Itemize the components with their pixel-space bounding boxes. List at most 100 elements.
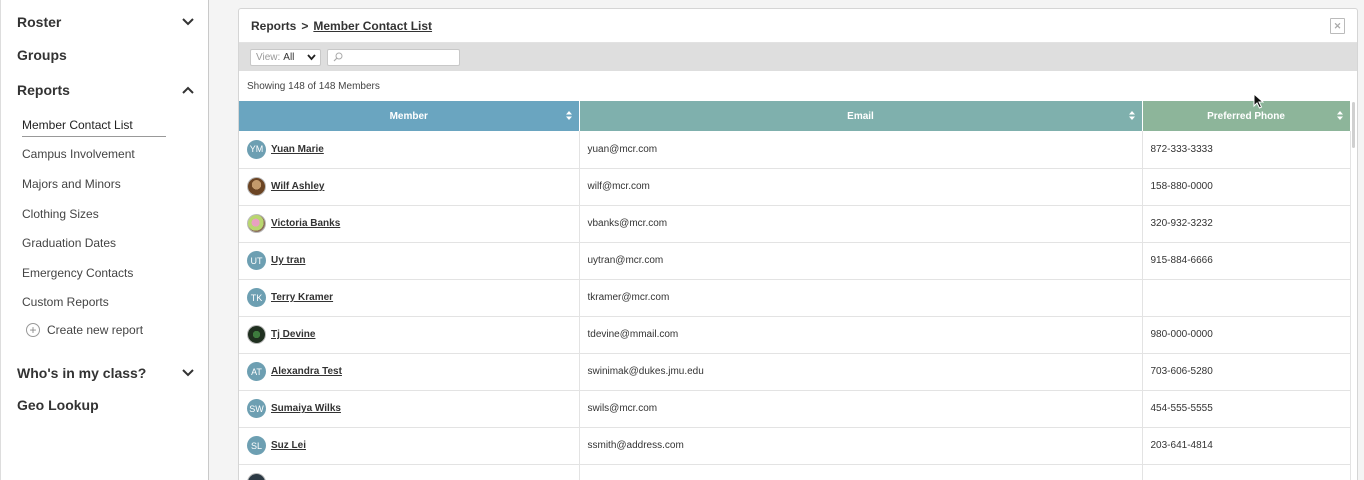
search-input[interactable]	[346, 51, 456, 63]
sidebar-section-groups[interactable]: Groups	[17, 47, 195, 63]
sidebar-section-label: Who's in my class?	[17, 365, 147, 381]
table-row	[239, 464, 1351, 480]
chevron-down-icon	[181, 15, 195, 29]
sidebar-item-graduation-dates[interactable]: Graduation Dates	[22, 236, 116, 250]
plus-circle-icon: +	[26, 323, 40, 337]
member-name-link[interactable]: Tj Devine	[271, 329, 315, 340]
member-name-link[interactable]: Wilf Ashley	[271, 181, 324, 192]
member-name-link[interactable]: Suz Lei	[271, 440, 306, 451]
sidebar-section-label: Groups	[17, 47, 67, 63]
member-name-link[interactable]: Alexandra Test	[271, 366, 342, 377]
avatar-photo	[247, 473, 266, 480]
member-table: Member Email Preferred Phone YM Yuan Mari	[239, 101, 1351, 480]
member-name-link[interactable]: Yuan Marie	[271, 144, 324, 155]
sidebar-section-label: Reports	[17, 82, 70, 98]
member-name-link[interactable]: Victoria Banks	[271, 218, 340, 229]
sidebar-section-label: Geo Lookup	[17, 397, 99, 413]
email-cell: yuan@mcr.com	[579, 131, 1143, 169]
member-cell: SW Sumaiya Wilks	[239, 390, 580, 428]
member-name-link[interactable]: Terry Kramer	[271, 292, 333, 303]
member-cell: AT Alexandra Test	[239, 353, 580, 391]
column-header-preferred-phone[interactable]: Preferred Phone	[1142, 101, 1351, 131]
table-row: YM Yuan Marie yuan@mcr.com 872-333-3333	[239, 131, 1351, 169]
member-cell: Tj Devine	[239, 316, 580, 354]
member-name-link[interactable]: Sumaiya Wilks	[271, 403, 341, 414]
email-cell: vbanks@mcr.com	[579, 205, 1143, 243]
member-cell: Wilf Ashley	[239, 168, 580, 206]
breadcrumb-separator: >	[301, 18, 309, 33]
member-cell: UT Uy tran	[239, 242, 580, 280]
table-row: UT Uy tran uytran@mcr.com 915-884-6666	[239, 242, 1351, 280]
member-name-link[interactable]: Uy tran	[271, 255, 305, 266]
table-row: SW Sumaiya Wilks swils@mcr.com 454-555-55…	[239, 390, 1351, 428]
sidebar-section-whos-in-my-class[interactable]: Who's in my class?	[17, 365, 195, 381]
member-cell: YM Yuan Marie	[239, 131, 580, 169]
active-item-underline	[22, 136, 166, 137]
email-cell: swinimak@dukes.jmu.edu	[579, 353, 1143, 391]
phone-cell: 203-641-4814	[1142, 427, 1351, 465]
phone-cell: 980-000-0000	[1142, 316, 1351, 354]
mouse-cursor-icon	[1253, 93, 1264, 109]
table-header-row: Member Email Preferred Phone	[239, 101, 1351, 131]
create-new-report-button[interactable]: + Create new report	[26, 323, 143, 337]
avatar: YM	[247, 139, 266, 159]
table-row: SL Suz Lei ssmith@address.com 203-641-481…	[239, 427, 1351, 465]
table-row: Tj Devine tdevine@mmail.com 980-000-0000	[239, 316, 1351, 354]
email-cell: uytran@mcr.com	[579, 242, 1143, 280]
sidebar-item-custom-reports[interactable]: Custom Reports	[22, 295, 109, 309]
email-cell: tdevine@mmail.com	[579, 316, 1143, 354]
create-report-label: Create new report	[47, 323, 144, 337]
avatar: SL	[247, 436, 266, 455]
view-select[interactable]: View: All	[250, 48, 321, 66]
member-cell: TK Terry Kramer	[239, 279, 580, 317]
sidebar-item-campus-involvement[interactable]: Campus Involvement	[22, 147, 135, 161]
sidebar-section-geo-lookup[interactable]: Geo Lookup	[17, 397, 195, 413]
filter-bar: View: All	[239, 43, 1357, 71]
sidebar-item-clothing-sizes[interactable]: Clothing Sizes	[22, 207, 99, 221]
sidebar-section-reports[interactable]: Reports	[17, 82, 195, 98]
column-header-member[interactable]: Member	[239, 101, 580, 131]
avatar-photo	[247, 325, 266, 344]
excel-export-icon[interactable]: ✕	[1330, 18, 1345, 34]
phone-cell	[1142, 464, 1351, 480]
sidebar-section-label: Roster	[17, 14, 62, 30]
phone-cell	[1142, 279, 1351, 317]
phone-cell: 158-880-0000	[1142, 168, 1351, 206]
sort-icon	[565, 111, 572, 120]
breadcrumb: Reports > Member Contact List ✕	[239, 9, 1357, 43]
view-label: View:	[256, 51, 281, 63]
member-cell: SL Suz Lei	[239, 427, 580, 465]
avatar: AT	[247, 362, 266, 381]
table-row: Victoria Banks vbanks@mcr.com 320-932-32…	[239, 205, 1351, 243]
sidebar-item-member-contact-list[interactable]: Member Contact List	[22, 118, 133, 132]
email-cell: wilf@mcr.com	[579, 168, 1143, 206]
phone-cell: 872-333-3333	[1142, 131, 1351, 169]
email-cell: swils@mcr.com	[579, 390, 1143, 428]
table-row: TK Terry Kramer tkramer@mcr.com	[239, 279, 1351, 317]
report-panel: Reports > Member Contact List ✕ View: Al…	[238, 8, 1358, 480]
avatar-photo	[247, 214, 266, 233]
chevron-down-icon	[181, 366, 195, 380]
sidebar-section-roster[interactable]: Roster	[17, 14, 195, 30]
member-cell	[239, 464, 580, 480]
search-box[interactable]	[327, 48, 460, 66]
avatar-photo	[247, 177, 266, 196]
search-icon	[333, 52, 343, 62]
column-header-email[interactable]: Email	[579, 101, 1143, 131]
phone-cell: 454-555-5555	[1142, 390, 1351, 428]
breadcrumb-current[interactable]: Member Contact List	[313, 19, 432, 33]
scroll-thumb[interactable]	[1352, 102, 1355, 148]
member-cell: Victoria Banks	[239, 205, 580, 243]
sidebar-item-emergency-contacts[interactable]: Emergency Contacts	[22, 266, 133, 280]
email-cell: ssmith@address.com	[579, 427, 1143, 465]
table-scrollbar[interactable]	[1349, 102, 1357, 152]
breadcrumb-root[interactable]: Reports	[251, 19, 296, 33]
phone-cell: 320-932-3232	[1142, 205, 1351, 243]
email-cell	[579, 464, 1143, 480]
column-header-label: Preferred Phone	[1207, 110, 1285, 122]
sidebar-item-majors-and-minors[interactable]: Majors and Minors	[22, 177, 121, 191]
sort-icon	[1128, 111, 1135, 120]
phone-cell: 915-884-6666	[1142, 242, 1351, 280]
sidebar: Roster Groups Reports Member Contact Lis…	[0, 0, 209, 480]
table-row: AT Alexandra Test swinimak@dukes.jmu.edu …	[239, 353, 1351, 391]
